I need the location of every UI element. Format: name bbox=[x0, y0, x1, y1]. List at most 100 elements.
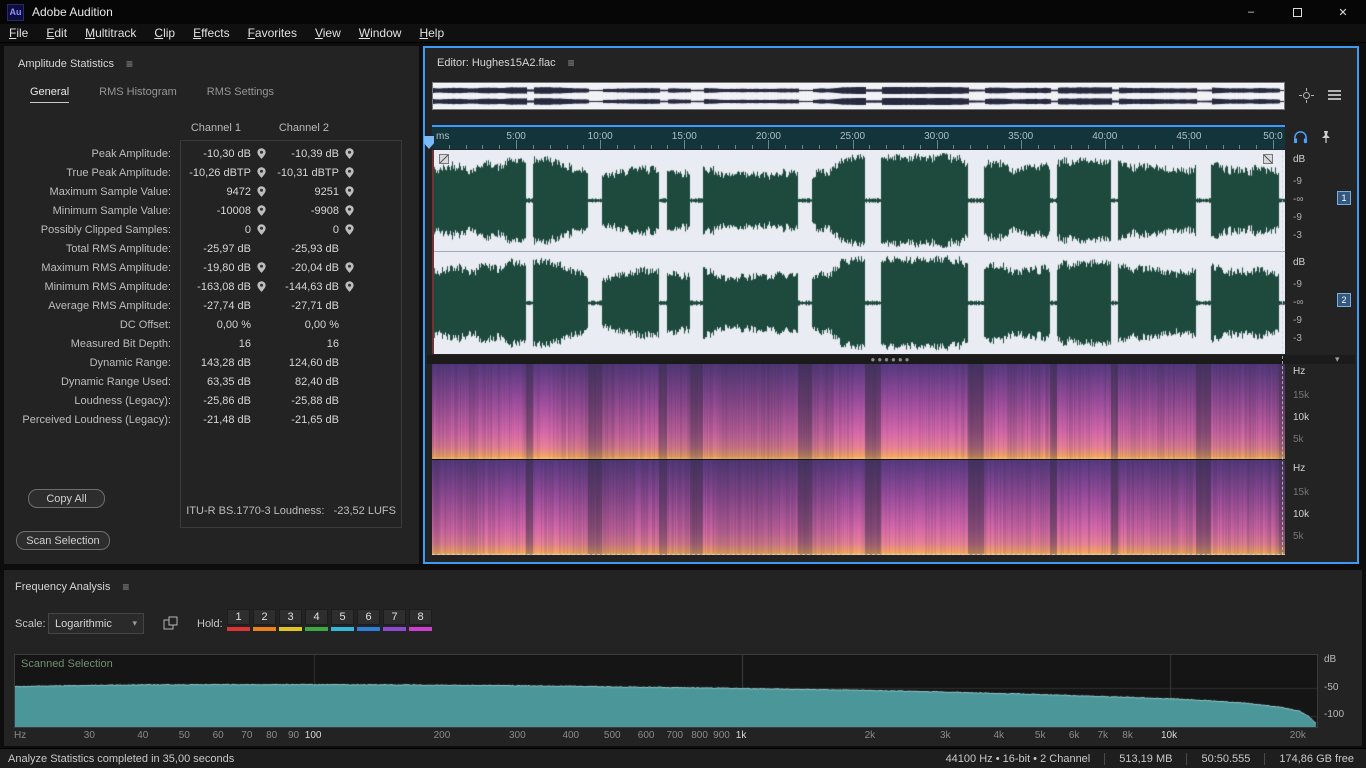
hold-button-4[interactable]: 4 bbox=[305, 609, 328, 631]
hold-button-1[interactable]: 1 bbox=[227, 609, 250, 631]
timeline-ruler[interactable]: ms5:0010:0015:0020:0025:0030:0035:0040:0… bbox=[432, 125, 1285, 149]
freq-x-label-600: 600 bbox=[638, 730, 655, 741]
table-row: Maximum RMS Amplitude:-19,80 dB-20,04 dB bbox=[12, 258, 357, 277]
menu-file[interactable]: File bbox=[0, 24, 37, 43]
timeline-label: 50:0 bbox=[1263, 131, 1282, 142]
location-pin-icon[interactable] bbox=[253, 148, 269, 159]
menu-view[interactable]: View bbox=[306, 24, 350, 43]
amplitude-statistics-title: Amplitude Statistics bbox=[18, 58, 114, 70]
table-row: Perceived Loudness (Legacy):-21,48 dB-21… bbox=[12, 410, 357, 429]
window-close-button[interactable]: ✕ bbox=[1320, 0, 1366, 24]
itu-loudness-label: ITU-R BS.1770-3 Loudness: bbox=[186, 505, 324, 517]
db-scale-label: -9 bbox=[1293, 315, 1302, 326]
spectrogram-channel-2[interactable] bbox=[432, 460, 1285, 555]
menu-effects[interactable]: Effects bbox=[184, 24, 238, 43]
frequency-analysis-panel: Frequency Analysis ≡ Scale: Logarithmic … bbox=[4, 570, 1362, 746]
scan-selection-button[interactable]: Scan Selection bbox=[16, 531, 110, 550]
location-pin-icon[interactable] bbox=[253, 167, 269, 178]
fade-out-handle[interactable] bbox=[1263, 154, 1273, 164]
table-row: Dynamic Range Used:63,35 dB82,40 dB bbox=[12, 372, 357, 391]
status-message: Analyze Statistics completed in 35,00 se… bbox=[8, 753, 234, 765]
location-pin-icon[interactable] bbox=[253, 186, 269, 197]
scale-dropdown[interactable]: Logarithmic ▾ bbox=[48, 613, 144, 634]
title-bar: Au Adobe Audition – ✕ bbox=[0, 0, 1366, 24]
snapshot-icon[interactable] bbox=[161, 614, 180, 633]
timeline-tick bbox=[970, 145, 971, 149]
amplitude-statistics-panel: Amplitude Statistics ≡ General RMS Histog… bbox=[4, 46, 419, 564]
window-maximize-button[interactable] bbox=[1274, 0, 1320, 24]
spectrogram-channel-1[interactable] bbox=[432, 364, 1285, 459]
freq-x-label-hz: Hz bbox=[14, 730, 26, 741]
zoom-navigate-icon[interactable] bbox=[1297, 86, 1315, 104]
window-minimize-button[interactable]: – bbox=[1228, 0, 1274, 24]
location-pin-icon[interactable] bbox=[341, 224, 357, 235]
channel-2-badge[interactable]: 2 bbox=[1337, 293, 1351, 307]
panel-menu-icon[interactable]: ≡ bbox=[126, 57, 133, 71]
hold-color-bar bbox=[305, 627, 328, 631]
waveform-channel-2[interactable] bbox=[432, 252, 1285, 354]
menu-favorites[interactable]: Favorites bbox=[239, 24, 306, 43]
menu-clip[interactable]: Clip bbox=[145, 24, 184, 43]
freq-x-label-4k: 4k bbox=[993, 730, 1004, 741]
tab-rms-settings[interactable]: RMS Settings bbox=[207, 86, 274, 103]
waveform-spectral-splitter[interactable]: ●●●●●● bbox=[427, 355, 1355, 364]
panel-menu-icon[interactable]: ≡ bbox=[568, 56, 575, 70]
menu-window[interactable]: Window bbox=[350, 24, 411, 43]
stat-label: Possibly Clipped Samples: bbox=[12, 224, 179, 236]
location-pin-icon[interactable] bbox=[341, 186, 357, 197]
layout-grid-icon[interactable] bbox=[1325, 86, 1343, 104]
timeline-label: 45:00 bbox=[1176, 131, 1201, 142]
location-pin-icon[interactable] bbox=[253, 205, 269, 216]
copy-all-button[interactable]: Copy All bbox=[28, 489, 105, 508]
freq-x-label-900: 900 bbox=[713, 730, 730, 741]
fade-in-handle[interactable] bbox=[439, 154, 449, 164]
timeline-tick bbox=[499, 145, 500, 149]
hold-button-8[interactable]: 8 bbox=[409, 609, 432, 631]
tab-general[interactable]: General bbox=[30, 86, 69, 103]
timeline-label: 10:00 bbox=[588, 131, 613, 142]
app-title: Adobe Audition bbox=[32, 5, 113, 19]
location-pin-icon[interactable] bbox=[341, 205, 357, 216]
freq-x-label-80: 80 bbox=[266, 730, 277, 741]
menu-edit[interactable]: Edit bbox=[37, 24, 76, 43]
menu-help[interactable]: Help bbox=[410, 24, 453, 43]
headphone-icon[interactable] bbox=[1291, 128, 1309, 146]
hold-button-2[interactable]: 2 bbox=[253, 609, 276, 631]
panel-menu-icon[interactable]: ≡ bbox=[122, 580, 129, 594]
hold-button-7[interactable]: 7 bbox=[383, 609, 406, 631]
location-pin-icon[interactable] bbox=[341, 167, 357, 178]
hold-button-3[interactable]: 3 bbox=[279, 609, 302, 631]
stat-value-ch1: 63,35 dB bbox=[179, 376, 253, 388]
pin-icon[interactable] bbox=[1317, 128, 1335, 146]
stat-value-ch2: -144,63 dB bbox=[269, 281, 341, 293]
location-pin-icon[interactable] bbox=[341, 281, 357, 292]
stat-value-ch2: -25,88 dB bbox=[269, 395, 341, 407]
db-scale-label: -3 bbox=[1293, 230, 1302, 241]
freq-x-label-10k: 10k bbox=[1161, 730, 1177, 741]
table-row: Total RMS Amplitude:-25,97 dB-25,93 dB bbox=[12, 239, 357, 258]
waveform-channel-1[interactable] bbox=[432, 150, 1285, 251]
timeline-tick bbox=[735, 145, 736, 149]
editor-tab-title[interactable]: Editor: Hughes15A2.flac bbox=[437, 57, 556, 69]
menu-multitrack[interactable]: Multitrack bbox=[76, 24, 145, 43]
location-pin-icon[interactable] bbox=[253, 262, 269, 273]
timeline-label: 25:00 bbox=[840, 131, 865, 142]
stat-value-ch1: -27,74 dB bbox=[179, 300, 253, 312]
db-scale-label: dB bbox=[1293, 154, 1305, 165]
location-pin-icon[interactable] bbox=[253, 224, 269, 235]
timeline-tick bbox=[903, 145, 904, 149]
collapse-arrow-icon[interactable]: ▾ bbox=[1335, 354, 1340, 365]
stat-value-ch1: -10,30 dB bbox=[179, 148, 253, 160]
location-pin-icon[interactable] bbox=[341, 262, 357, 273]
location-pin-icon[interactable] bbox=[253, 281, 269, 292]
frequency-analysis-title: Frequency Analysis bbox=[15, 581, 110, 593]
hold-button-5[interactable]: 5 bbox=[331, 609, 354, 631]
hold-button-6[interactable]: 6 bbox=[357, 609, 380, 631]
overview-navigator[interactable] bbox=[432, 82, 1285, 110]
tab-rms-histogram[interactable]: RMS Histogram bbox=[99, 86, 177, 103]
location-pin-icon[interactable] bbox=[341, 148, 357, 159]
stat-value-ch2: 16 bbox=[269, 338, 341, 350]
hold-number: 3 bbox=[279, 609, 302, 625]
channel-1-badge[interactable]: 1 bbox=[1337, 191, 1351, 205]
timeline-tick bbox=[886, 145, 887, 149]
